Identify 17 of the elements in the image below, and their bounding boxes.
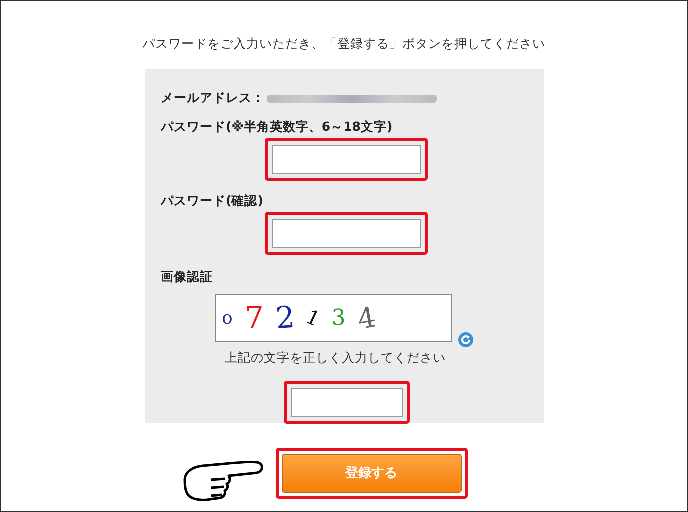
captcha-label: 画像認証 xyxy=(161,269,214,286)
email-label: メールアドレス： xyxy=(161,90,265,107)
captcha-character: 7 xyxy=(244,300,264,336)
password-label: パスワード(※半角英数字、6～18文字) xyxy=(161,119,394,136)
refresh-icon[interactable] xyxy=(458,332,474,348)
captcha-character: 3 xyxy=(332,306,346,330)
instruction-text: パスワードをご入力いただき、「登録する」ボタンを押してください xyxy=(142,36,546,53)
password-field[interactable] xyxy=(272,145,421,174)
captcha-hint: 上記の文字を正しく入力してください xyxy=(225,350,447,367)
password-confirm-label: パスワード(確認) xyxy=(161,193,264,210)
captcha-field[interactable] xyxy=(291,388,403,417)
captcha-character: 2 xyxy=(274,300,296,336)
captcha-character: 4 xyxy=(355,300,378,336)
captcha-character: o xyxy=(222,308,233,328)
register-button[interactable]: 登録する xyxy=(282,454,462,492)
captcha-character: 1 xyxy=(302,304,324,332)
password-confirm-field[interactable] xyxy=(272,219,421,248)
